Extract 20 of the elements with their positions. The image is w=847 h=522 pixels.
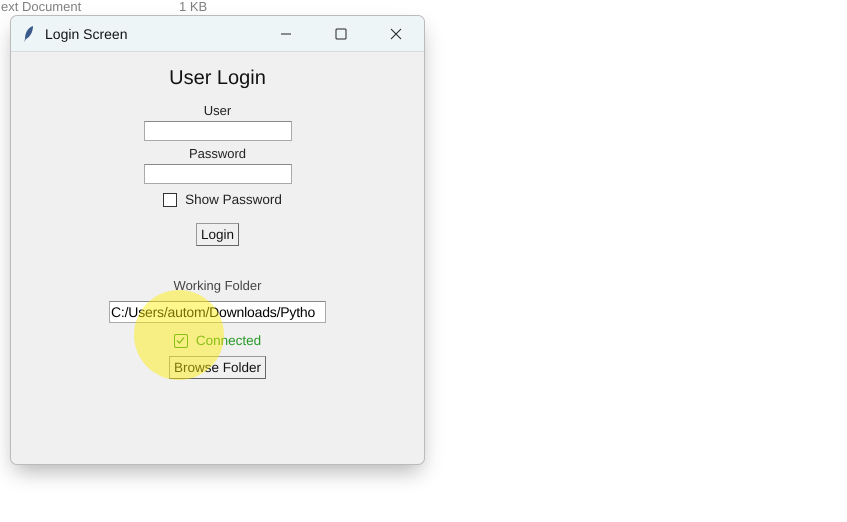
window-title: Login Screen	[45, 26, 128, 42]
login-button[interactable]: Login	[196, 223, 240, 246]
login-heading: User Login	[169, 67, 266, 90]
user-label: User	[204, 103, 232, 118]
connected-checkbox[interactable]	[174, 334, 188, 348]
show-password-checkbox[interactable]	[163, 192, 178, 206]
folder-path-field[interactable]: C:/Users/autom/Downloads/Pytho	[109, 301, 326, 323]
feather-icon	[23, 24, 35, 42]
password-field[interactable]	[144, 164, 292, 184]
show-password-label: Show Password	[185, 192, 282, 207]
check-icon	[175, 335, 186, 346]
connected-label: Connected	[196, 333, 262, 348]
close-icon[interactable]	[390, 28, 402, 40]
working-folder-label: Working Folder	[174, 278, 262, 293]
user-field[interactable]	[144, 121, 292, 141]
maximize-icon[interactable]	[335, 28, 347, 40]
file-size: 1 KB	[179, 0, 208, 13]
file-name: ext Document	[1, 0, 82, 13]
password-label: Password	[188, 146, 246, 161]
browse-folder-button[interactable]: Browse Folder	[168, 356, 266, 379]
